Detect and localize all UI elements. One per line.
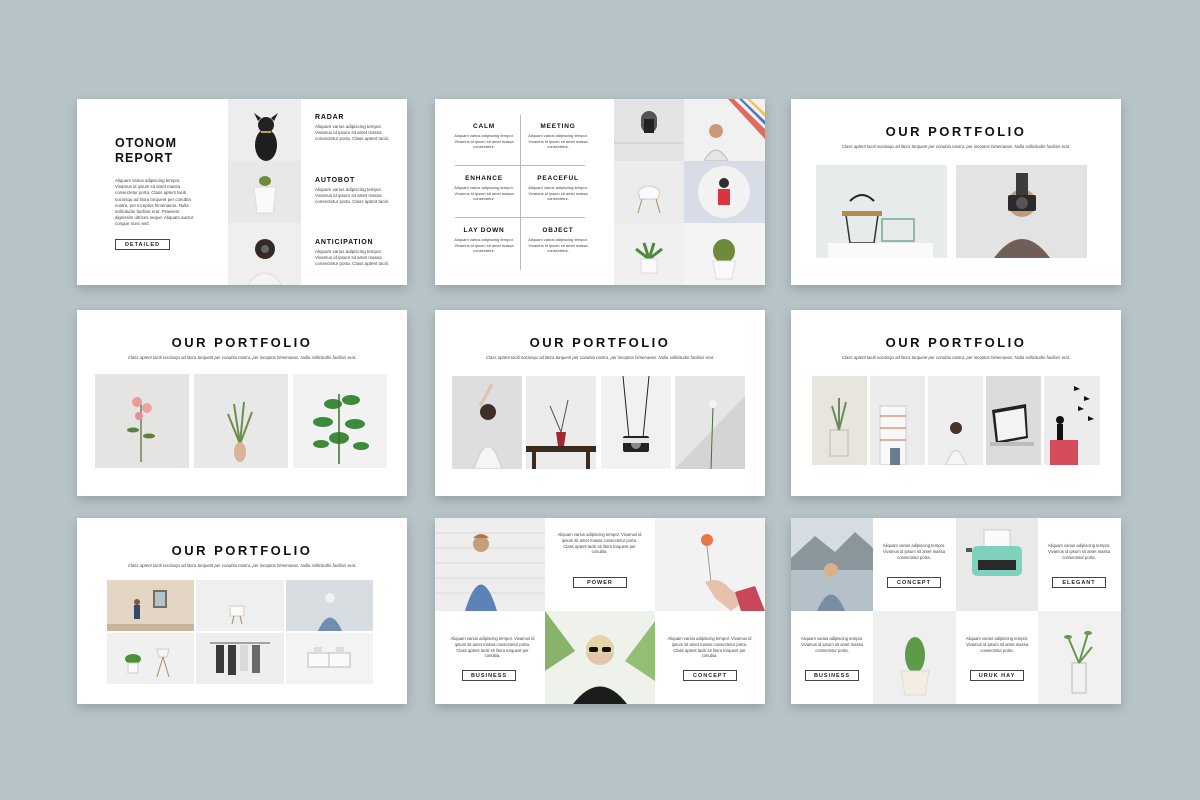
photo-woman-circle bbox=[684, 161, 765, 223]
photo-woman-back bbox=[928, 376, 983, 465]
photo-cactus-pot bbox=[228, 161, 301, 223]
photo-cactus-white bbox=[684, 223, 765, 285]
feature-meeting: MEETING Aliquam varius adipiscing tempor… bbox=[528, 123, 588, 149]
mosaic2-text-2: Aliquam varius adipiscing tempor. Vivamu… bbox=[1047, 543, 1111, 560]
uruk-hay-button[interactable]: URUK HAY bbox=[970, 670, 1024, 681]
report-title: OTONOM REPORT bbox=[115, 136, 178, 165]
photo-woman-camera bbox=[228, 223, 301, 285]
mosaic2-text-3: Aliquam varius adipiscing tempor. Vivamu… bbox=[800, 636, 864, 653]
mosaic-text-1: Aliquam varius adipiscing tempor. Vivamu… bbox=[557, 532, 642, 555]
photo-man-window bbox=[107, 580, 194, 631]
photo-white-wall-window bbox=[614, 99, 684, 161]
photo-white-cabinet bbox=[286, 633, 373, 684]
photo-flower-shadow bbox=[675, 376, 745, 469]
report-item-anticipation: ANTICIPATION Aliquam varius adipiscing t… bbox=[315, 239, 390, 266]
slide-portfolio-1[interactable]: OUR PORTFOLIO Class aptent taciti socios… bbox=[791, 99, 1121, 285]
photo-man-stripes bbox=[684, 99, 765, 161]
slide-otonom-report[interactable]: OTONOM REPORT Aliquam varius adipiscing … bbox=[77, 99, 407, 285]
photo-clothes-rack bbox=[196, 633, 284, 684]
mosaic-text-3: Aliquam varius adipiscing tempor. Vivamu… bbox=[667, 636, 752, 659]
photo-building bbox=[870, 376, 925, 465]
photo-pink-roses bbox=[95, 374, 189, 468]
feature-peaceful: PEACEFUL Aliquam varius adipiscing tempo… bbox=[528, 175, 588, 201]
mosaic2-text-1: Aliquam varius adipiscing tempor. Vivamu… bbox=[882, 543, 946, 560]
photo-white-room bbox=[196, 580, 284, 631]
portfolio-subtitle: Class aptent taciti sociosqu ad litora t… bbox=[841, 355, 1071, 360]
business-button[interactable]: BUSINESS bbox=[805, 670, 859, 681]
grid-divider-vertical bbox=[520, 115, 521, 270]
photo-woman-pose bbox=[452, 376, 522, 469]
slide-portfolio-5[interactable]: OUR PORTFOLIO Class aptent taciti socios… bbox=[77, 518, 407, 704]
power-button[interactable]: POWER bbox=[573, 577, 627, 588]
photo-woman-denim bbox=[286, 580, 373, 631]
photo-typewriter bbox=[956, 518, 1038, 611]
mosaic-text-2: Aliquam varius adipiscing tempor. Vivamu… bbox=[450, 636, 535, 659]
photo-plant-glass bbox=[1038, 611, 1121, 704]
slide-portfolio-2[interactable]: OUR PORTFOLIO Class aptent taciti socios… bbox=[77, 310, 407, 496]
feature-enhance: ENHANCE Aliquam varius adipiscing tempor… bbox=[454, 175, 514, 201]
slide-features-grid[interactable]: CALM Aliquam varius adipiscing tempor. V… bbox=[435, 99, 765, 285]
portfolio-title: OUR PORTFOLIO bbox=[885, 124, 1027, 139]
slide-mosaic-1[interactable]: Aliquam varius adipiscing tempor. Vivamu… bbox=[435, 518, 765, 704]
photo-plant-jar bbox=[812, 376, 867, 465]
photo-plant-lamp bbox=[107, 633, 194, 684]
mosaic2-text-4: Aliquam varius adipiscing tempor. Vivamu… bbox=[965, 636, 1029, 653]
photo-woman-mountains bbox=[791, 518, 873, 611]
business-button[interactable]: BUSINESS bbox=[462, 670, 516, 681]
portfolio-subtitle: Class aptent taciti sociosqu ad litora t… bbox=[841, 144, 1071, 149]
concept-button[interactable]: CONCEPT bbox=[887, 577, 941, 588]
photo-hand-plant bbox=[194, 374, 288, 468]
photo-baskets bbox=[816, 165, 947, 258]
photo-hanging-camera bbox=[601, 376, 671, 469]
portfolio-title: OUR PORTFOLIO bbox=[885, 335, 1027, 350]
detailed-button[interactable]: DETAILED bbox=[115, 239, 170, 250]
portfolio-title: OUR PORTFOLIO bbox=[171, 335, 313, 350]
report-item-radar: RADAR Aliquam varius adipiscing tempor. … bbox=[315, 114, 390, 141]
portfolio-title: OUR PORTFOLIO bbox=[529, 335, 671, 350]
elegant-button[interactable]: ELEGANT bbox=[1052, 577, 1106, 588]
report-body: Aliquam varius adipiscing tempor. Vivamu… bbox=[115, 178, 194, 227]
concept-button[interactable]: CONCEPT bbox=[683, 670, 737, 681]
grid-divider-horizontal-1 bbox=[455, 165, 585, 166]
photo-woman-sunglasses bbox=[545, 611, 655, 704]
portfolio-title: OUR PORTFOLIO bbox=[171, 543, 313, 558]
slide-mosaic-2[interactable]: Aliquam varius adipiscing tempor. Vivamu… bbox=[791, 518, 1121, 704]
portfolio-subtitle: Class aptent taciti sociosqu ad litora t… bbox=[127, 355, 357, 360]
photo-man-camera bbox=[956, 165, 1087, 258]
slide-portfolio-4[interactable]: OUR PORTFOLIO Class aptent taciti socios… bbox=[791, 310, 1121, 496]
portfolio-subtitle: Class aptent taciti sociosqu ad litora t… bbox=[485, 355, 715, 360]
portfolio-subtitle: Class aptent taciti sociosqu ad litora t… bbox=[127, 563, 357, 568]
photo-lollipop-hand bbox=[655, 518, 765, 611]
feature-object: OBJECT Aliquam varius adipiscing tempor.… bbox=[528, 227, 588, 253]
grid-divider-horizontal-2 bbox=[455, 217, 585, 218]
photo-birds-art bbox=[1044, 376, 1100, 465]
photo-laptop bbox=[986, 376, 1041, 465]
feature-lay-down: LAY DOWN Aliquam varius adipiscing tempo… bbox=[454, 227, 514, 253]
feature-calm: CALM Aliquam varius adipiscing tempor. V… bbox=[454, 123, 514, 149]
photo-green-leaves bbox=[293, 374, 387, 468]
photo-woman-brick bbox=[435, 518, 545, 611]
photo-dog bbox=[228, 99, 301, 161]
report-item-autobot: AUTOBOT Aliquam varius adipiscing tempor… bbox=[315, 177, 390, 204]
photo-cactus-pot-2 bbox=[873, 611, 956, 704]
photo-vase-bench bbox=[526, 376, 596, 469]
photo-succulent-pot bbox=[614, 223, 684, 285]
photo-white-chair bbox=[614, 161, 684, 223]
slide-portfolio-3[interactable]: OUR PORTFOLIO Class aptent taciti socios… bbox=[435, 310, 765, 496]
